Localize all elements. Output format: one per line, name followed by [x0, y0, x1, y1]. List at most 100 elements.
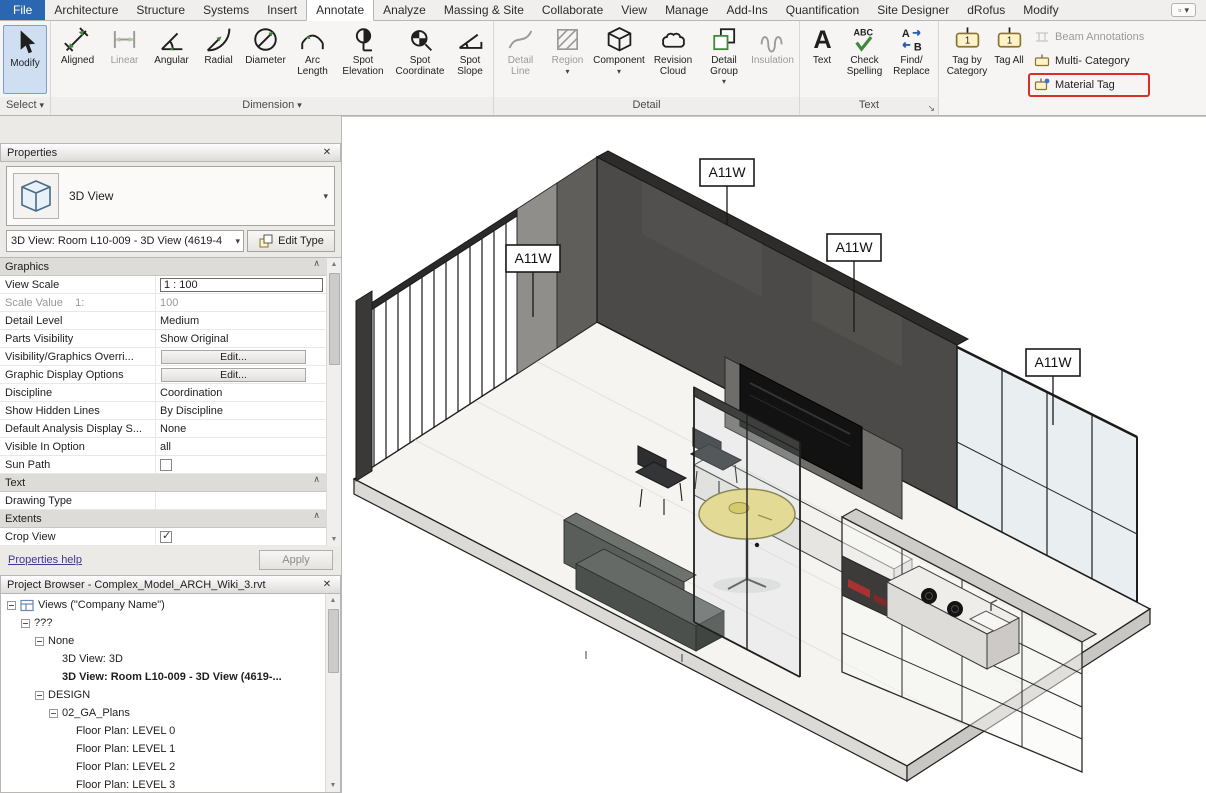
radial-dimension-button[interactable]: Radial — [195, 23, 242, 67]
spot-coordinate-button[interactable]: Spot Coordinate — [390, 23, 450, 77]
dimension-panel-label[interactable]: Dimension — [51, 97, 493, 115]
properties-close-icon[interactable] — [320, 147, 334, 158]
detail-panel-label[interactable]: Detail — [494, 97, 799, 115]
ribbon-display-toggle-icon[interactable]: ▫ — [1171, 3, 1196, 17]
section-graphics[interactable]: Graphics — [0, 258, 326, 276]
section-text[interactable]: Text — [0, 474, 326, 492]
tab-manage[interactable]: Manage — [656, 0, 717, 20]
tab-drofus[interactable]: dRofus — [958, 0, 1014, 20]
tab-add-ins[interactable]: Add-Ins — [717, 0, 776, 20]
tree-item-views-root[interactable]: Views ("Company Name") — [3, 596, 325, 614]
scroll-down-icon[interactable]: ▼ — [330, 779, 337, 792]
aligned-dimension-button[interactable]: Aligned — [54, 23, 101, 67]
show-hidden-lines-field[interactable]: By Discipline — [156, 402, 326, 419]
detail-level-field[interactable]: Medium — [156, 312, 326, 329]
tree-item-3d-view-room-l10-009[interactable]: 3D View: Room L10-009 - 3D View (4619-..… — [3, 668, 325, 686]
collapse-box-icon[interactable] — [35, 691, 44, 700]
tab-file[interactable]: File — [0, 0, 45, 20]
discipline-field[interactable]: Coordination — [156, 384, 326, 401]
text-button[interactable]: A Text — [803, 23, 841, 67]
tree-item-floor-plan-level-0[interactable]: Floor Plan: LEVEL 0 — [3, 722, 325, 740]
arc-length-dimension-button[interactable]: Arc Length — [289, 23, 336, 77]
scroll-up-icon[interactable]: ▲ — [330, 594, 337, 607]
tree-item-floor-plan-level-2[interactable]: Floor Plan: LEVEL 2 — [3, 758, 325, 776]
collapse-box-icon[interactable] — [35, 637, 44, 646]
tree-item-floor-plan-level-1[interactable]: Floor Plan: LEVEL 1 — [3, 740, 325, 758]
edit-type-button[interactable]: Edit Type — [247, 230, 335, 252]
angular-dimension-button[interactable]: Angular — [148, 23, 195, 67]
text-panel-label[interactable]: Text↘ — [800, 97, 938, 115]
tab-structure[interactable]: Structure — [127, 0, 194, 20]
vg-overrides-edit-button[interactable]: Edit... — [161, 350, 306, 364]
find-replace-button[interactable]: AB Find/ Replace — [888, 23, 935, 77]
visible-in-option-field[interactable]: all — [156, 438, 326, 455]
revision-cloud-button[interactable]: Revision Cloud — [647, 23, 699, 77]
scroll-up-icon[interactable]: ▲ — [331, 258, 338, 271]
beam-annotations-button[interactable]: Beam Annotations — [1028, 26, 1150, 48]
material-tag-button[interactable]: Material Tag — [1028, 74, 1150, 96]
text-panel-launcher-icon[interactable]: ↘ — [927, 100, 935, 117]
tab-massing-site[interactable]: Massing & Site — [435, 0, 533, 20]
tab-quantification[interactable]: Quantification — [777, 0, 868, 20]
tree-item-design-group[interactable]: DESIGN — [3, 686, 325, 704]
select-panel-label[interactable]: Select — [0, 97, 50, 115]
scroll-down-icon[interactable]: ▼ — [331, 533, 338, 546]
detail-line-button[interactable]: Detail Line — [497, 23, 544, 77]
crop-view-checkbox[interactable] — [160, 531, 172, 543]
project-browser-close-icon[interactable] — [320, 579, 334, 590]
collapse-box-icon[interactable] — [7, 601, 16, 610]
3d-viewport[interactable]: A11W A11W A11W A11W — [342, 116, 1206, 793]
linear-dimension-button[interactable]: Linear — [101, 23, 148, 67]
spot-slope-button[interactable]: Spot Slope — [450, 23, 490, 77]
type-selector[interactable]: 3D View — [6, 166, 335, 226]
tab-analyze[interactable]: Analyze — [374, 0, 435, 20]
collapse-box-icon[interactable] — [21, 619, 30, 628]
tab-systems[interactable]: Systems — [194, 0, 258, 20]
apply-button[interactable]: Apply — [259, 550, 333, 570]
detail-group-button[interactable]: Detail Group — [699, 23, 749, 85]
properties-help-link[interactable]: Properties help — [8, 554, 82, 566]
collapse-chevron-icon[interactable] — [313, 258, 320, 275]
tab-site-designer[interactable]: Site Designer — [868, 0, 958, 20]
tab-annotate[interactable]: Annotate — [306, 0, 374, 21]
sun-path-checkbox[interactable] — [160, 459, 172, 471]
tree-item-unknown-group[interactable]: ??? — [3, 614, 325, 632]
spot-elevation-button[interactable]: Spot Elevation — [336, 23, 390, 77]
instance-selector-dropdown-icon[interactable] — [232, 235, 240, 247]
multi-category-button[interactable]: Multi- Category — [1028, 50, 1150, 72]
tab-insert[interactable]: Insert — [258, 0, 306, 20]
drawing-type-field[interactable] — [156, 492, 326, 509]
region-button[interactable]: Region — [544, 23, 591, 75]
modify-button[interactable]: Modify — [3, 25, 47, 94]
tag-by-category-button[interactable]: 1 Tag by Category — [942, 23, 992, 77]
instance-selector[interactable]: 3D View: Room L10-009 - 3D View (4619-4 — [6, 230, 244, 252]
component-button[interactable]: Component — [591, 23, 647, 75]
project-browser-titlebar[interactable]: Project Browser - Complex_Model_ARCH_Wik… — [0, 575, 341, 594]
insulation-button[interactable]: Insulation — [749, 23, 796, 67]
tab-modify[interactable]: Modify — [1014, 0, 1067, 20]
tag-all-button[interactable]: 1 Tag All — [992, 23, 1026, 67]
parts-visibility-field[interactable]: Show Original — [156, 330, 326, 347]
check-spelling-button[interactable]: ABC Check Spelling — [841, 23, 888, 77]
tab-collaborate[interactable]: Collaborate — [533, 0, 612, 20]
tree-item-02-ga-plans[interactable]: 02_GA_Plans — [3, 704, 325, 722]
tree-item-none-group[interactable]: None — [3, 632, 325, 650]
view-scale-field[interactable]: 1 : 100 — [160, 278, 323, 292]
tree-item-floor-plan-level-3[interactable]: Floor Plan: LEVEL 3 — [3, 776, 325, 793]
properties-titlebar[interactable]: Properties — [0, 143, 341, 162]
tab-view[interactable]: View — [612, 0, 656, 20]
diameter-dimension-button[interactable]: Diameter — [242, 23, 289, 67]
collapse-box-icon[interactable] — [49, 709, 58, 718]
project-browser-scrollbar[interactable]: ▲ ▼ — [325, 594, 340, 792]
graphic-display-edit-button[interactable]: Edit... — [161, 368, 306, 382]
properties-scrollbar[interactable]: ▲ ▼ — [326, 258, 341, 546]
tree-item-3d-view-3d[interactable]: 3D View: 3D — [3, 650, 325, 668]
default-analysis-field[interactable]: None — [156, 420, 326, 437]
collapse-chevron-icon[interactable] — [313, 510, 320, 527]
scrollbar-thumb[interactable] — [329, 273, 340, 365]
collapse-chevron-icon[interactable] — [313, 474, 320, 491]
section-extents[interactable]: Extents — [0, 510, 326, 528]
tab-architecture[interactable]: Architecture — [45, 0, 127, 20]
type-selector-dropdown-icon[interactable] — [320, 190, 328, 202]
scrollbar-thumb[interactable] — [328, 609, 339, 673]
